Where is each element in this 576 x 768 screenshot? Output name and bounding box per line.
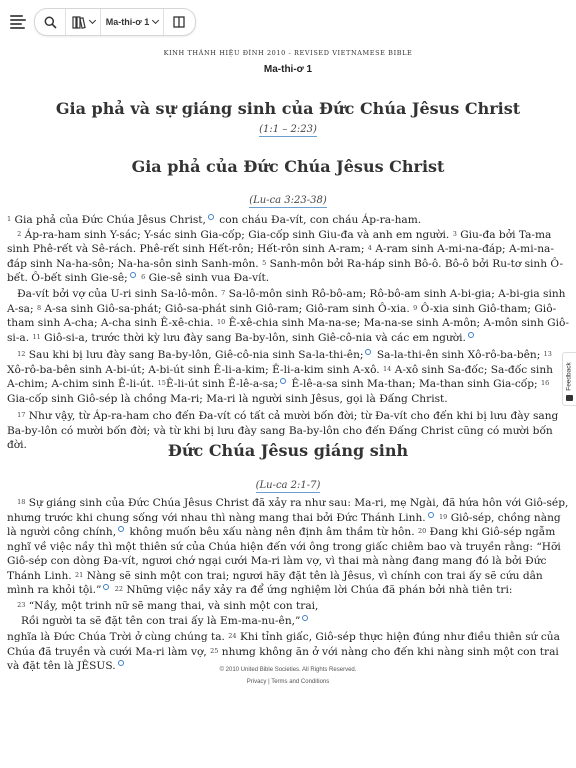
verse-text[interactable]: Xô-rô-ba-bên sinh A-bi-út; A-bi-út sinh …: [7, 364, 380, 376]
verse-number: 4: [367, 244, 372, 252]
verse-text[interactable]: Ê-li-út sinh Ê-lê-a-sa;: [166, 378, 278, 390]
footer-links: Privacy | Terms and Conditions: [0, 679, 576, 685]
menu-button[interactable]: [6, 10, 30, 32]
verse-number: 13: [543, 350, 552, 358]
verse-number: 14: [383, 364, 392, 373]
footnote-icon[interactable]: [129, 272, 136, 278]
verse-number: 9: [413, 303, 418, 312]
verse-number: 21: [75, 570, 84, 579]
footnote-icon[interactable]: [467, 331, 474, 338]
footnote-icon[interactable]: [103, 584, 110, 590]
verse-number: 1: [7, 215, 12, 223]
version-name: KINH THÁNH HIỆU ĐÍNH 2010 - REVISED VIET…: [163, 49, 413, 57]
search-button[interactable]: [35, 9, 66, 35]
verse-number: 8: [36, 303, 42, 312]
verse-text[interactable]: Gia-cốp sinh Giô-sép là chồng Ma-ri; Ma-…: [7, 393, 448, 405]
verse-number: 16: [541, 379, 550, 387]
book-chapter-selector[interactable]: Ma-thi-ơ 1: [101, 9, 164, 35]
verse-text[interactable]: “Nầy, một trinh nữ sẽ mang thai, và sinh…: [29, 600, 319, 612]
copyright-notice: © 2010 United Bible Societies. All Right…: [219, 667, 357, 673]
verse-number: 23: [17, 601, 26, 609]
books-icon: [71, 15, 86, 29]
verse-text[interactable]: Đa-vít bởi vợ của U-ri sinh Sa-lô-môn.: [17, 288, 218, 300]
footnote-icon[interactable]: [280, 378, 287, 384]
verse-text[interactable]: Sa-la-thi-ên sinh Xô-rô-ba-bên;: [377, 349, 540, 361]
privacy-link[interactable]: Privacy: [247, 679, 267, 685]
cross-reference-link[interactable]: (Lu-ca 3:23-38): [249, 195, 327, 208]
scripture-paragraph: 1 Gia phả của Đức Chúa Jêsus Christ, con…: [7, 213, 569, 286]
terms-link[interactable]: Terms and Conditions: [271, 679, 329, 685]
section-heading: Đức Chúa Jêsus giáng sinh: [167, 441, 409, 460]
footnote-icon[interactable]: [427, 511, 434, 518]
verse-text[interactable]: nghĩa là Đức Chúa Trời ở cùng chúng ta.: [7, 631, 225, 643]
footnote-icon[interactable]: [302, 614, 309, 621]
reader-toolbar: Ma-thi-ơ 1: [34, 8, 196, 36]
chapter-title: Ma-thi-ơ 1: [263, 64, 313, 75]
parallel-columns-icon: [173, 16, 185, 28]
verse-number: 19: [439, 512, 448, 521]
verse-number: 7: [221, 289, 226, 297]
feedback-label: Feedback: [565, 362, 573, 391]
verse-number: 5: [262, 258, 267, 267]
verse-text[interactable]: Giô-si-a, trước thời kỳ lưu đày sang Ba-…: [44, 332, 466, 344]
verse-number: 25: [210, 646, 219, 655]
feedback-icon: [566, 395, 573, 401]
verse-number: 3: [452, 229, 457, 238]
scripture-paragraph: 18 Sự giáng sinh của Đức Chúa Jêsus Chri…: [7, 496, 569, 598]
verse-text[interactable]: con cháu Đa-vít, con cháu Áp-ra-ham.: [219, 214, 421, 226]
verse-number: 18: [17, 498, 26, 506]
verse-number: 10: [216, 318, 226, 326]
footnote-icon[interactable]: [207, 214, 214, 220]
scripture-paragraph: 12 Sau khi bị lưu đày sang Ba-by-lôn, Gi…: [7, 348, 555, 406]
cross-reference-link[interactable]: (Lu-ca 2:1-7): [255, 480, 321, 493]
verse-number: 24: [228, 632, 237, 640]
cross-reference: (1:1 – 2:23): [0, 124, 576, 137]
verse-text[interactable]: Gia phả của Đức Chúa Jêsus Christ,: [15, 214, 206, 226]
verse-text[interactable]: Gie-sê sinh vua Đa-vít.: [149, 272, 270, 284]
footnote-icon[interactable]: [117, 660, 124, 666]
verse-number: 11: [32, 332, 41, 341]
poetry-block: 23 “Nầy, một trinh nữ sẽ mang thai, và s…: [7, 599, 569, 628]
verse-number: 17: [17, 411, 26, 419]
verse-text[interactable]: Sau khi bị lưu đày sang Ba-by-lôn, Giê-c…: [29, 349, 364, 361]
section-heading: Gia phả của Đức Chúa Jêsus Christ: [131, 157, 445, 176]
chevron-down-icon: [88, 16, 96, 25]
cross-reference: (Lu-ca 2:1-7): [0, 480, 576, 493]
verse-number: 22: [114, 585, 124, 593]
verse-number: 20: [418, 527, 427, 535]
verse-number: 6: [141, 273, 146, 281]
verse-text[interactable]: Áp-ra-ham sinh Y-sác; Y-sác sinh Gia-cốp…: [25, 229, 450, 241]
book-chapter-label: Ma-thi-ơ 1: [105, 17, 150, 27]
search-icon: [44, 16, 57, 29]
version-selector[interactable]: [66, 9, 101, 35]
section-heading: Gia phả và sự giáng sinh của Đức Chúa Jê…: [55, 99, 521, 118]
verse-text[interactable]: Rồi người ta sẽ đặt tên con trai ấy là E…: [7, 615, 300, 627]
feedback-tab[interactable]: Feedback: [562, 352, 576, 406]
parallel-view-button[interactable]: [164, 9, 194, 35]
scripture-paragraph: Đa-vít bởi vợ của U-ri sinh Sa-lô-môn. 7…: [7, 287, 569, 345]
verse-text[interactable]: Ê-lê-a-sa sinh Ma-than; Ma-than sinh Gia…: [291, 378, 537, 390]
cross-reference: (Lu-ca 3:23-38): [0, 195, 576, 208]
verse-text[interactable]: Những việc nầy xảy ra để ứng nghiệm lời …: [126, 584, 512, 596]
footnote-icon[interactable]: [118, 526, 125, 532]
chevron-down-icon: [152, 16, 160, 25]
footnote-icon[interactable]: [365, 349, 372, 355]
cross-reference-link[interactable]: (1:1 – 2:23): [259, 124, 317, 137]
verse-text[interactable]: không muốn bêu xấu nàng nên định âm thầm…: [129, 526, 414, 538]
verse-text[interactable]: A-sa sinh Giô-sa-phát; Giô-sa-phát sinh …: [44, 303, 409, 315]
verse-number: 12: [17, 350, 26, 358]
verse-number: 15: [157, 379, 166, 387]
verse-number: 2: [17, 229, 22, 238]
